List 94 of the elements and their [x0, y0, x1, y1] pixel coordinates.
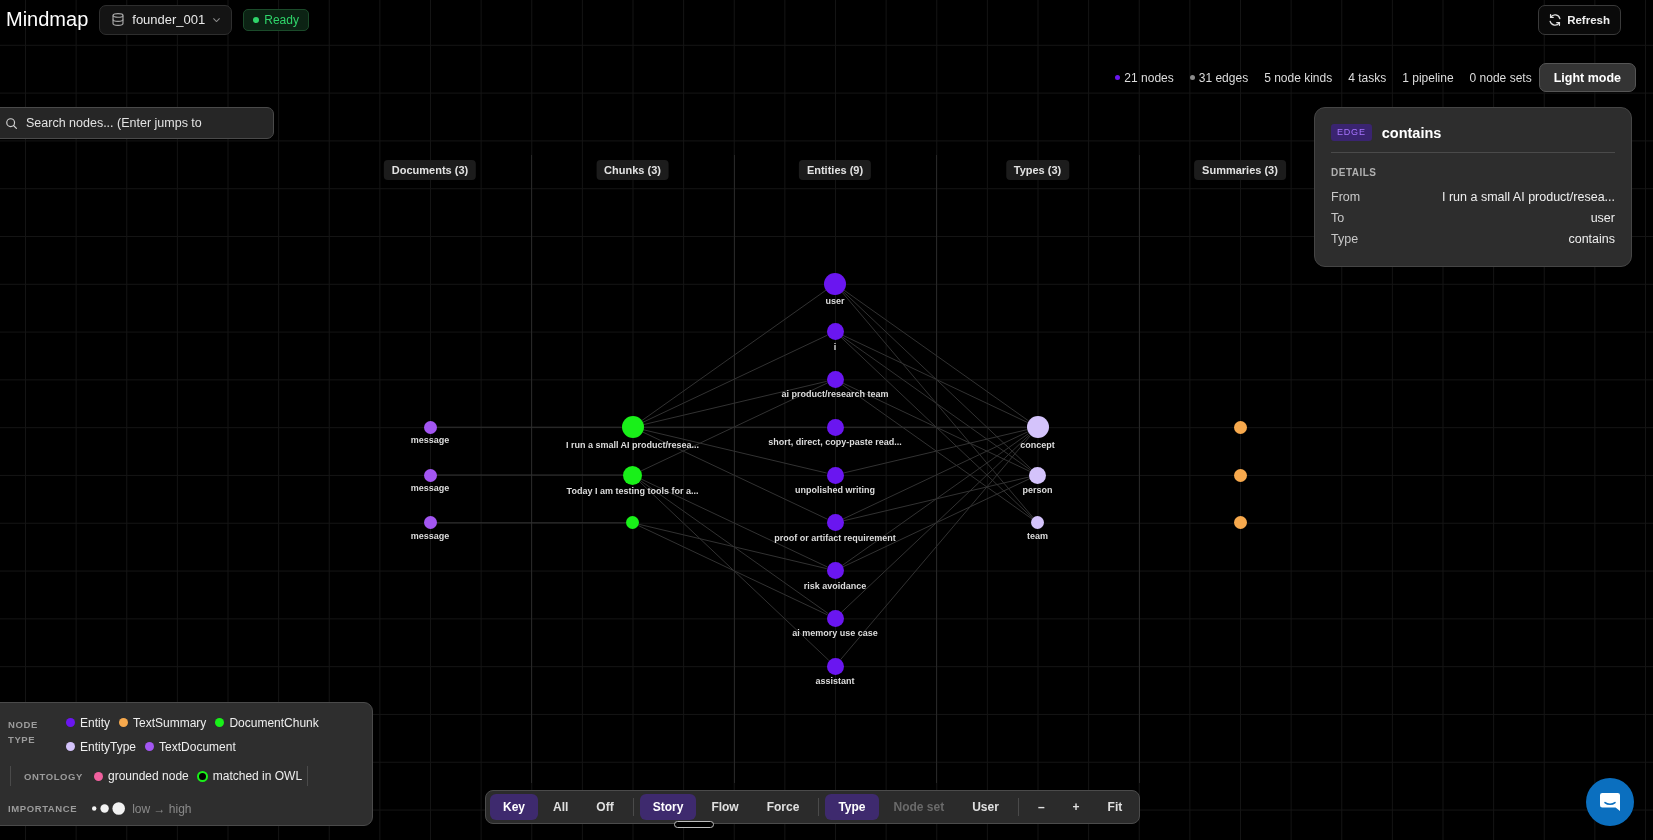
- node-label: ai product/research team: [781, 389, 889, 401]
- type-node[interactable]: [1031, 516, 1044, 530]
- node-label: message: [410, 483, 450, 494]
- node-label: risk avoidance: [803, 580, 867, 592]
- stat-text: 5 node kinds: [1264, 70, 1333, 85]
- toggle-button[interactable]: Force: [753, 794, 813, 820]
- document-node[interactable]: [423, 516, 437, 530]
- node-label: ai memory use case: [792, 628, 878, 640]
- stat-text: 0 node sets: [1469, 70, 1532, 85]
- legend-caption: low → high: [132, 801, 192, 816]
- field-value: I run a small AI product/resea...: [1442, 189, 1615, 206]
- status-text: Ready: [264, 12, 299, 27]
- app-title: Mindmap: [6, 8, 89, 31]
- legend-label: DocumentChunk: [229, 715, 319, 730]
- node-label: proof or artifact requirement: [774, 532, 896, 544]
- search-field[interactable]: Search nodes... (Enter jumps to: [0, 107, 274, 139]
- legend-label: Entity: [80, 715, 110, 730]
- action-button[interactable]: +: [1059, 794, 1093, 820]
- scrollbar-thumb[interactable]: [674, 821, 714, 828]
- node-label: I run a small AI product/resea...: [565, 439, 700, 451]
- column-header: Summaries (3): [1194, 160, 1286, 180]
- node-label: message: [410, 435, 450, 447]
- field-value: user: [1590, 210, 1615, 227]
- entity-node[interactable]: [826, 562, 844, 580]
- size-scale-icon: [92, 802, 126, 815]
- toggle-button[interactable]: Type: [825, 794, 879, 820]
- node-label: short, direct, copy-paste read...: [768, 437, 902, 449]
- entity-node[interactable]: [826, 657, 844, 675]
- legend-label: matched in OWL: [212, 769, 303, 783]
- column-header: Types (3): [1005, 160, 1070, 180]
- entity-node[interactable]: [826, 609, 844, 627]
- toggle-button[interactable]: All: [540, 794, 582, 820]
- chevron-down-icon: [213, 17, 221, 22]
- document-node[interactable]: [423, 420, 437, 434]
- entity-node[interactable]: [826, 466, 844, 484]
- entity-node[interactable]: [824, 272, 846, 295]
- node-label: concept: [1020, 439, 1055, 451]
- entity-node[interactable]: [826, 323, 844, 341]
- node-label: unpolished writing: [795, 485, 875, 496]
- legend-label: TextSummary: [133, 715, 207, 730]
- refresh-icon: [1549, 13, 1562, 26]
- section-heading: DETAILS: [1331, 167, 1378, 179]
- node-label: person: [1022, 485, 1053, 496]
- toggle-button[interactable]: Flow: [698, 794, 752, 820]
- status-dot-icon: [253, 16, 260, 23]
- field-value: contains: [1568, 231, 1615, 248]
- stat-text: 21 nodes: [1124, 70, 1174, 85]
- node-label: assistant: [815, 676, 855, 688]
- chunk-node[interactable]: [623, 465, 642, 485]
- entity-node[interactable]: [826, 370, 844, 388]
- chunk-node[interactable]: [626, 516, 639, 530]
- type-node[interactable]: [1029, 466, 1046, 484]
- database-icon: [112, 13, 125, 26]
- type-node[interactable]: [1026, 416, 1049, 439]
- legend-label: TextDocument: [159, 739, 236, 754]
- stat-text: 31 edges: [1198, 70, 1249, 85]
- stat-text: 4 tasks: [1348, 70, 1387, 85]
- theme-toggle-button[interactable]: Light mode: [1538, 63, 1636, 92]
- field-label: From: [1331, 189, 1361, 206]
- toggle-button[interactable]: Off: [583, 794, 627, 820]
- action-button[interactable]: Fit: [1094, 794, 1136, 820]
- summary-node[interactable]: [1233, 468, 1247, 482]
- toggle-button[interactable]: User: [959, 794, 1012, 820]
- stat-text: 1 pipeline: [1402, 70, 1454, 85]
- entity-node[interactable]: [826, 514, 844, 532]
- field-label: Type: [1331, 231, 1359, 248]
- panel-title: contains: [1381, 124, 1442, 141]
- node-label: i: [833, 341, 837, 353]
- summary-node[interactable]: [1233, 516, 1247, 530]
- column-header: Documents (3): [383, 160, 477, 180]
- legend-label: EntityType: [80, 739, 137, 754]
- column-header: Entities (9): [798, 160, 872, 180]
- summary-node[interactable]: [1233, 420, 1247, 434]
- legend-heading: ONTOLOGY: [24, 770, 83, 782]
- node-label: Today I am testing tools for a...: [566, 486, 699, 497]
- action-button[interactable]: –: [1024, 794, 1058, 820]
- legend-heading: IMPORTANCE: [8, 803, 78, 814]
- chat-icon: [1600, 792, 1620, 812]
- chunk-node[interactable]: [621, 416, 644, 439]
- dataset-selector[interactable]: founder_001: [99, 4, 233, 35]
- legend-heading: NODE TYPE: [8, 718, 39, 747]
- element-kind-label: EDGE: [1331, 124, 1372, 141]
- refresh-button[interactable]: Refresh: [1538, 4, 1621, 35]
- node-label: user: [825, 296, 845, 308]
- search-icon: [6, 117, 17, 129]
- column-header: Chunks (3): [596, 160, 669, 180]
- legend-label: grounded node: [108, 769, 189, 783]
- toggle-button[interactable]: Story: [639, 794, 697, 820]
- field-label: To: [1331, 210, 1345, 227]
- entity-node[interactable]: [826, 418, 844, 436]
- document-node[interactable]: [423, 468, 437, 482]
- node-label: team: [1027, 530, 1048, 542]
- toggle-button[interactable]: Key: [490, 794, 538, 820]
- node-label: message: [410, 530, 450, 542]
